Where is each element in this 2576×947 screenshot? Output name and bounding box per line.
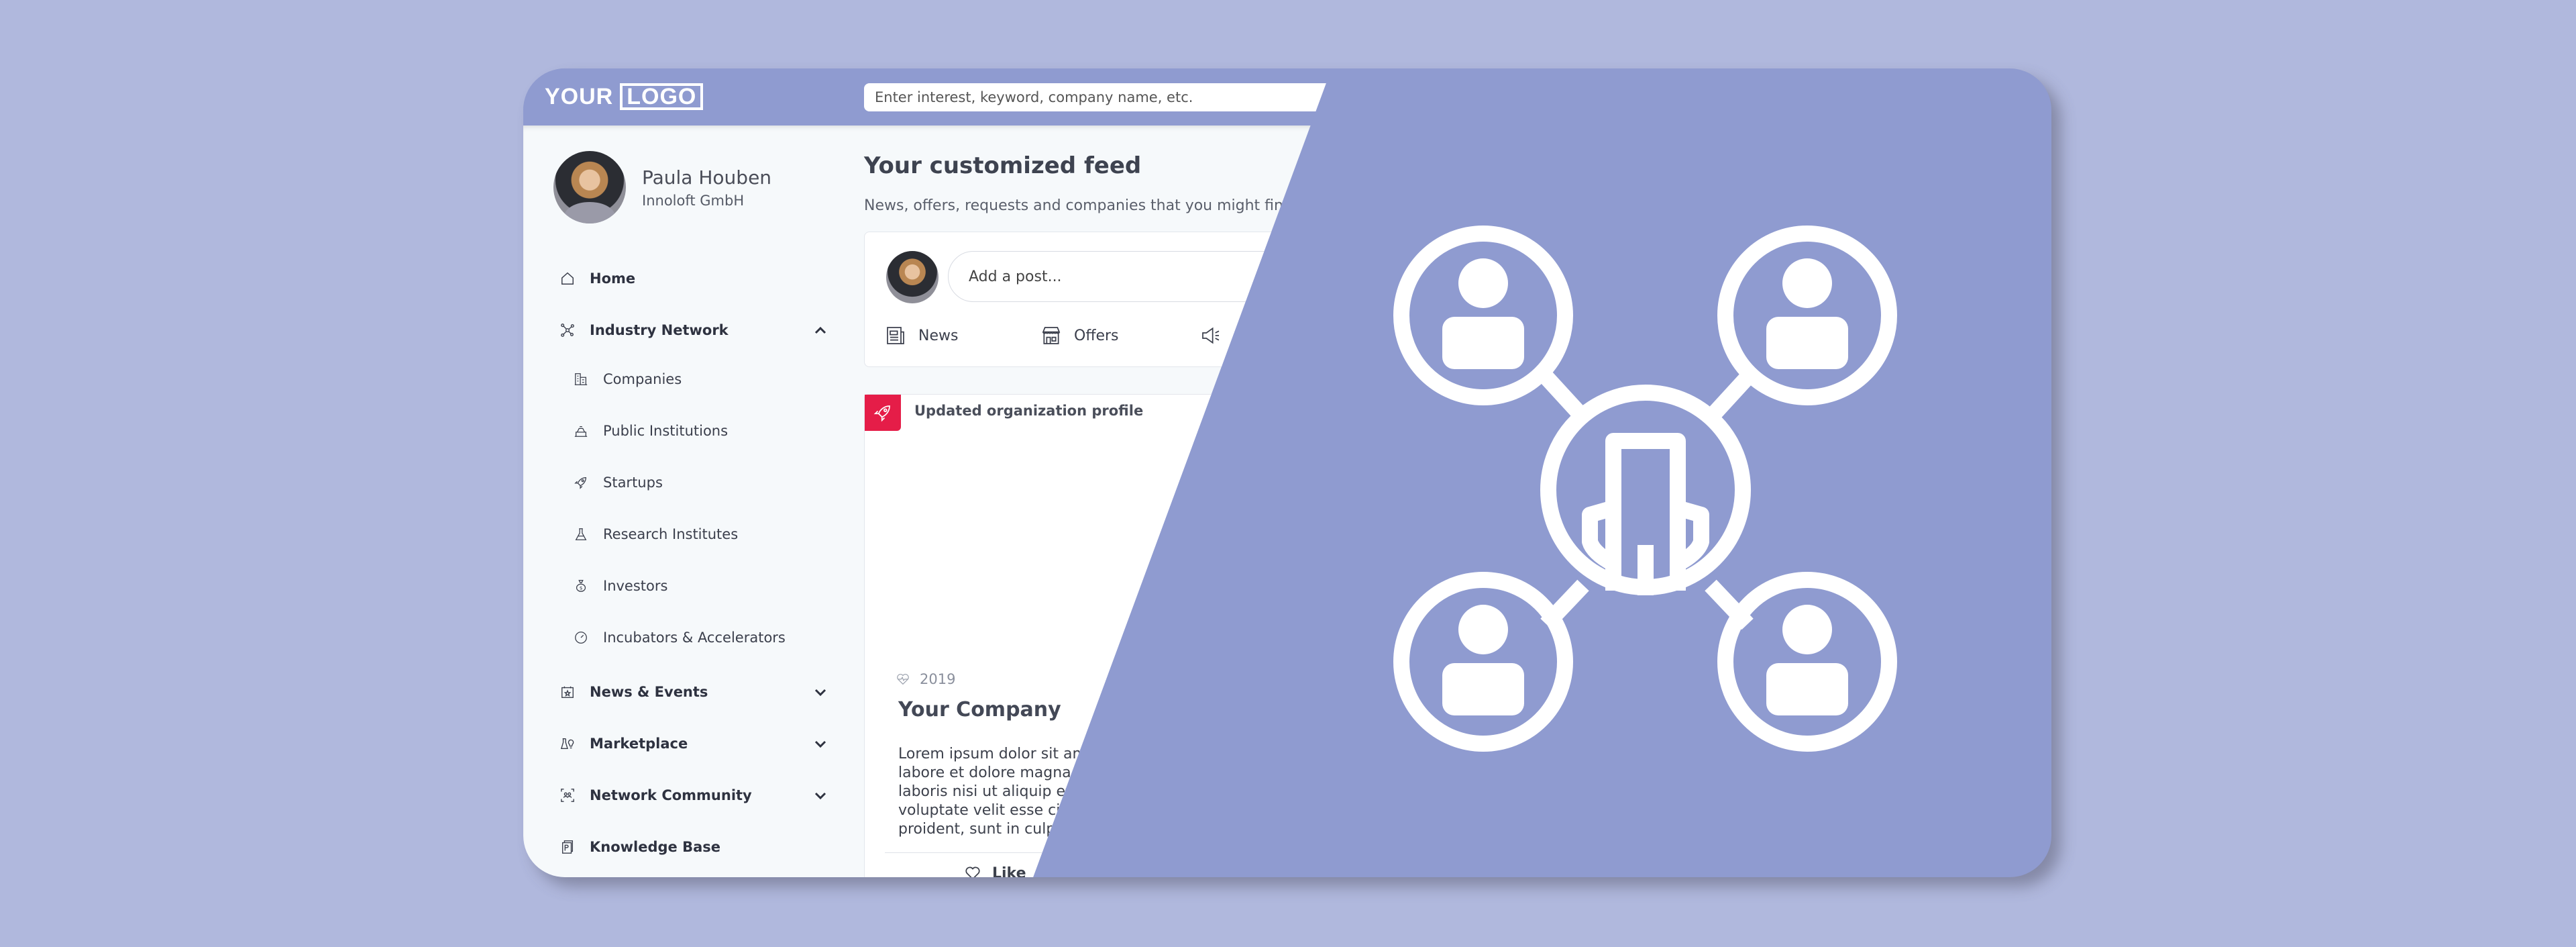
post-composer: News Offers [864, 232, 1332, 367]
sidebar-item-home[interactable]: Home [560, 265, 828, 292]
sidebar-item-knowledge-base[interactable]: Knowledge Base [560, 834, 828, 860]
avatar [553, 151, 626, 223]
top-bar: YOUR LOGO [523, 68, 1332, 126]
newspaper-icon [887, 327, 904, 344]
person-node-ring [1393, 226, 1573, 405]
divider [885, 852, 1328, 853]
profile-organization: Innoloft GmbH [642, 192, 745, 209]
sidebar-item-label: Industry Network [590, 322, 729, 338]
post-offers-button[interactable]: Offers [1040, 322, 1119, 349]
sidebar-item-news-events[interactable]: News & Events [560, 679, 828, 705]
post-news-button[interactable]: News [885, 322, 958, 349]
rocket-icon [574, 477, 586, 489]
sidebar-item-label: Marketplace [590, 736, 688, 752]
person-icon [1766, 605, 1848, 715]
like-label: Like [992, 864, 1026, 878]
sidebar-item-label: Incubators & Accelerators [603, 630, 786, 646]
sidebar-item-label: Investors [603, 578, 668, 594]
search-input[interactable] [864, 83, 1332, 111]
megaphone-icon [1202, 327, 1220, 344]
post-action-label: News [918, 327, 959, 344]
book-icon [561, 840, 574, 854]
sidebar-item-marketplace[interactable]: Marketplace [560, 730, 828, 757]
post-input[interactable] [948, 251, 1324, 302]
sidebar-item-network-community[interactable]: Network Community [560, 782, 828, 809]
chevron-up-icon[interactable] [812, 322, 828, 338]
feed-card-title: Updated organization profile [914, 403, 1144, 419]
sidebar-item-label: Research Institutes [603, 526, 739, 542]
money-bag-icon: $ [576, 580, 586, 592]
person-node-ring [1717, 572, 1897, 752]
user-profile[interactable]: Paula Houben Innoloft GmbH [553, 151, 771, 223]
network-icon [561, 323, 574, 337]
connector-line [1540, 579, 1589, 630]
sidebar-item-investors[interactable]: $ Investors [574, 572, 667, 599]
content-area: Paula Houben Innoloft GmbH Home Industry… [523, 126, 1332, 877]
post-request-button[interactable] [1200, 322, 1234, 349]
chevron-down-icon[interactable] [812, 736, 828, 752]
home-icon [561, 272, 574, 285]
sidebar-item-industry-network[interactable]: Industry Network [560, 317, 828, 344]
heart-icon [965, 866, 980, 877]
person-icon [1442, 258, 1524, 369]
store-icon [1042, 327, 1061, 344]
feed-card-badge [865, 395, 901, 431]
sidebar-item-label: Companies [603, 371, 682, 387]
company-name[interactable]: Your Company [898, 698, 1061, 721]
logo-text-boxed: LOGO [620, 83, 704, 110]
building-icon [1582, 433, 1709, 595]
heart-pulse-icon [897, 674, 909, 685]
flask-icon [575, 528, 587, 540]
like-button[interactable]: Like [964, 864, 1026, 877]
sidebar-item-companies[interactable]: Companies [574, 366, 682, 393]
person-icon [1766, 258, 1848, 369]
logo-text: YOUR [545, 83, 614, 109]
app-window: YOUR LOGO Paula Houben Innoloft GmbH Hom… [523, 68, 1332, 877]
person-node-ring [1717, 226, 1897, 405]
sidebar-item-label: Knowledge Base [590, 839, 721, 855]
svg-text:$: $ [580, 585, 583, 591]
community-icon [561, 789, 574, 802]
buildings-icon [574, 373, 588, 385]
sidebar-item-label: News & Events [590, 684, 708, 700]
sidebar-item-startups[interactable]: Startups [574, 469, 663, 496]
sidebar-item-label: Home [590, 270, 636, 287]
app-card: YOUR LOGO Paula Houben Innoloft GmbH Hom… [523, 68, 2051, 877]
sidebar-item-label: Public Institutions [603, 423, 729, 439]
sidebar-item-incubators[interactable]: Incubators & Accelerators [574, 624, 786, 651]
page-subtitle: News, offers, requests and companies tha… [864, 197, 1293, 214]
rocket-icon [873, 405, 890, 422]
institution-icon [574, 426, 588, 437]
person-node-ring [1393, 572, 1573, 752]
company-node-ring [1540, 385, 1751, 595]
marketplace-icon [560, 738, 574, 750]
sidebar-item-research-institutes[interactable]: Research Institutes [574, 521, 738, 548]
calendar-star-icon [561, 686, 574, 698]
chevron-down-icon[interactable] [812, 684, 828, 700]
page-title: Your customized feed [864, 152, 1142, 179]
founded-year: 2019 [896, 671, 955, 687]
connector-line [1705, 579, 1754, 630]
connector-line [1540, 371, 1589, 423]
logo[interactable]: YOUR LOGO [545, 83, 704, 110]
speedometer-icon [575, 632, 587, 644]
profile-name: Paula Houben [642, 166, 772, 189]
sidebar-item-label: Startups [603, 475, 663, 491]
connector-line [1705, 371, 1754, 423]
sidebar-item-label: Network Community [590, 787, 752, 803]
avatar [886, 251, 938, 303]
year-value: 2019 [920, 671, 956, 687]
person-icon [1442, 605, 1524, 715]
chevron-down-icon[interactable] [812, 787, 828, 803]
company-description: Lorem ipsum dolor sit am labore et dolor… [898, 746, 1087, 838]
sidebar-item-public-institutions[interactable]: Public Institutions [574, 417, 728, 444]
post-action-label: Offers [1074, 327, 1119, 344]
feed-card[interactable]: Updated organization profile 2019 Your C… [864, 394, 1332, 877]
